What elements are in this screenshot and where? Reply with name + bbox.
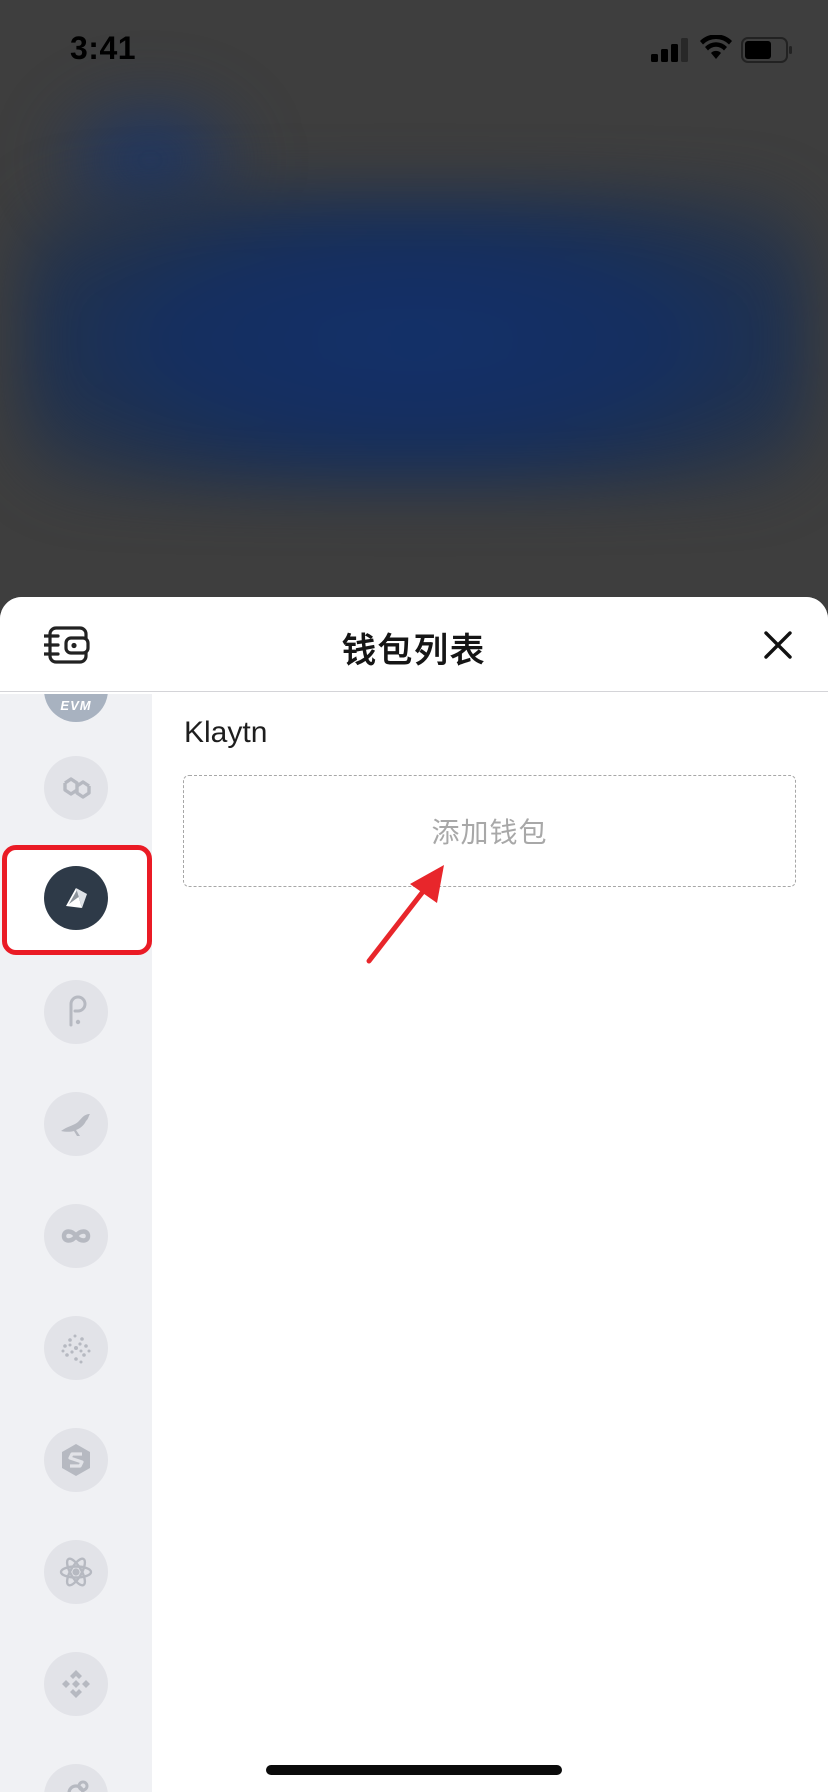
s-hexagon-chain-icon[interactable] [44,1428,108,1492]
cosmos-chain-icon[interactable] [44,1540,108,1604]
signal-icon [651,38,689,62]
battery-icon [741,37,792,63]
home-indicator [266,1765,562,1775]
polkadot-chain-icon[interactable] [44,980,108,1044]
add-wallet-button[interactable]: 添加钱包 [183,775,796,887]
red-arrow-annotation [366,865,444,964]
close-icon[interactable] [760,627,796,663]
polygon-chain-icon[interactable] [44,756,108,820]
klaytn-chain-icon[interactable] [44,866,108,930]
iotex-chain-icon[interactable] [44,1316,108,1380]
status-time: 3:41 [70,30,137,66]
sheet-header: 钱包列表 [0,597,828,692]
wifi-icon [700,35,732,59]
add-wallet-label: 添加钱包 [431,817,548,848]
wallet-content: Klaytn 添加钱包 [152,694,828,1792]
status-bar: 3:41 [0,0,828,100]
chain-name: Klaytn [184,716,268,749]
binance-chain-icon[interactable] [44,1652,108,1716]
sheet-title: 钱包列表 [342,632,486,670]
infinity-chain-icon[interactable] [44,1204,108,1268]
partial-chain-icon[interactable] [44,1764,108,1792]
blurred-card [20,190,810,490]
kusama-chain-icon[interactable] [44,1092,108,1156]
evm-chain-icon[interactable]: EVM [44,694,108,722]
